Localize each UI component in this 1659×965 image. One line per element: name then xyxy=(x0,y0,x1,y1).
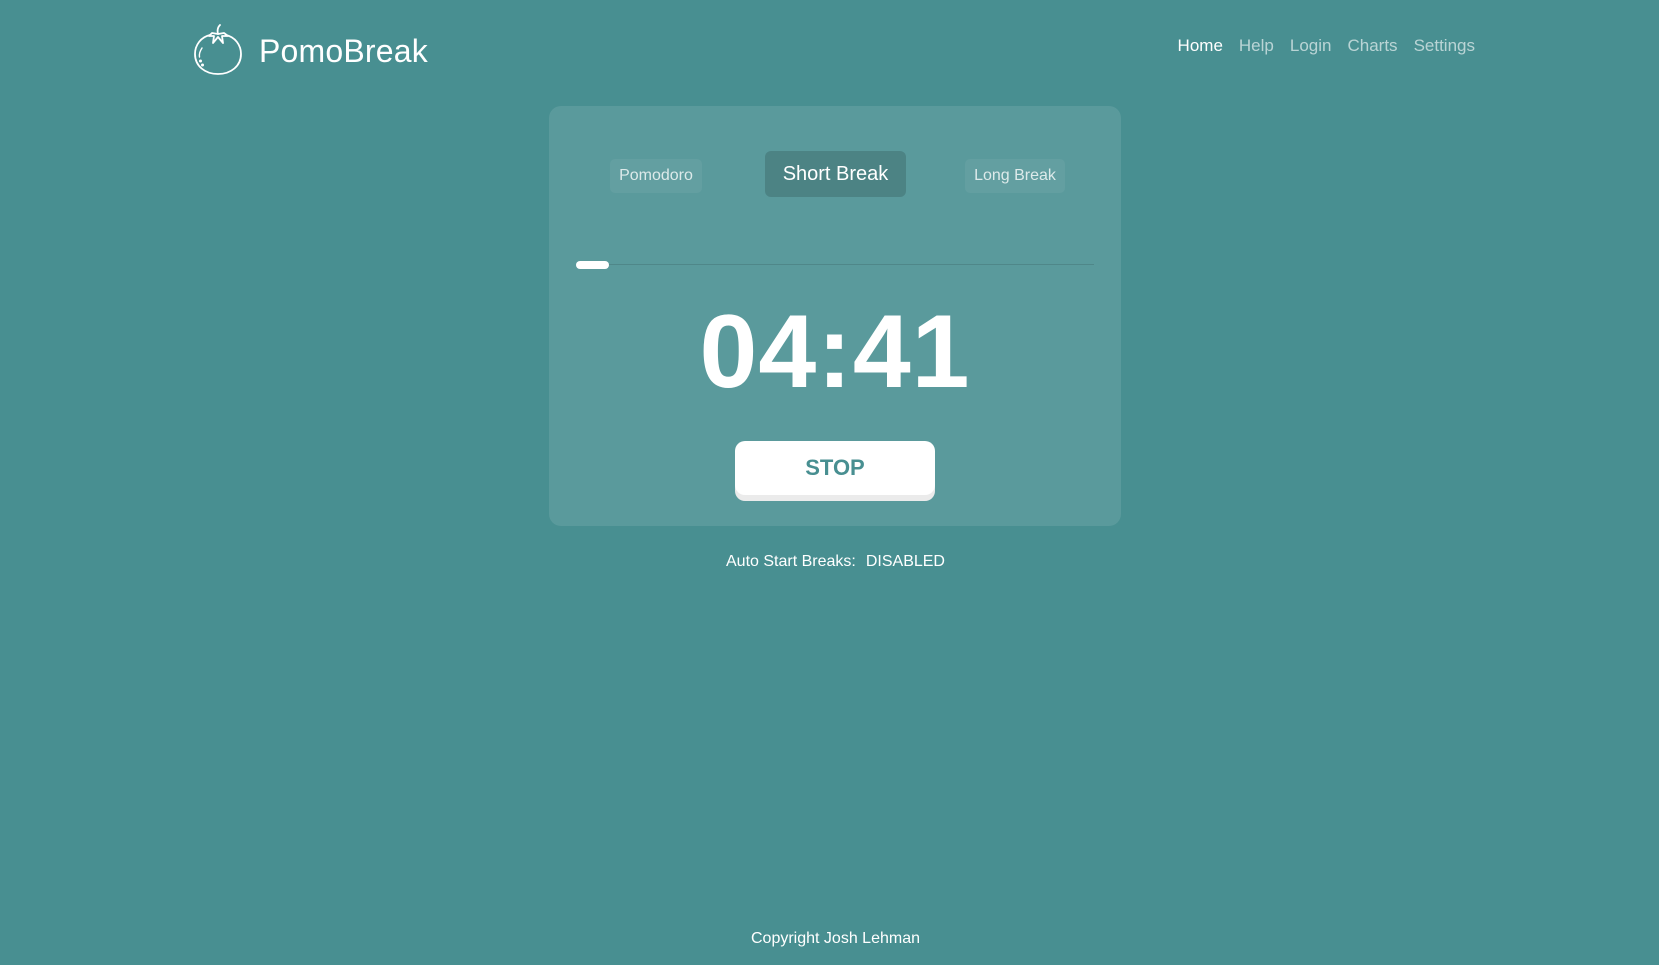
tomato-icon xyxy=(194,24,242,75)
header: PomoBreak Home Help Login Charts Setting… xyxy=(0,0,1659,100)
brand[interactable]: PomoBreak xyxy=(193,24,428,76)
auto-start-label: Auto Start Breaks: xyxy=(726,553,856,570)
footer-copyright: Copyright Josh Lehman xyxy=(751,930,920,947)
nav-home[interactable]: Home xyxy=(1178,36,1223,56)
mode-long-break-button[interactable]: Long Break xyxy=(965,159,1065,193)
auto-start-status: Auto Start Breaks: DISABLED xyxy=(0,553,1659,571)
auto-start-value: DISABLED xyxy=(865,553,945,570)
mode-pomodoro-button[interactable]: Pomodoro xyxy=(610,159,702,193)
main-nav: Home Help Login Charts Settings xyxy=(1178,36,1475,56)
nav-login[interactable]: Login xyxy=(1290,36,1332,56)
nav-settings[interactable]: Settings xyxy=(1414,36,1475,56)
brand-name: PomoBreak xyxy=(259,32,428,69)
nav-charts[interactable]: Charts xyxy=(1347,36,1397,56)
stop-button[interactable]: STOP xyxy=(735,441,935,495)
mode-short-break-button[interactable]: Short Break xyxy=(765,151,906,197)
nav-help[interactable]: Help xyxy=(1239,36,1274,56)
timer-card: Pomodoro Short Break Long Break 04:41 ST… xyxy=(549,106,1121,526)
progress-bar xyxy=(576,261,609,269)
progress-track xyxy=(576,264,1094,265)
timer-display: 04:41 xyxy=(699,294,971,410)
